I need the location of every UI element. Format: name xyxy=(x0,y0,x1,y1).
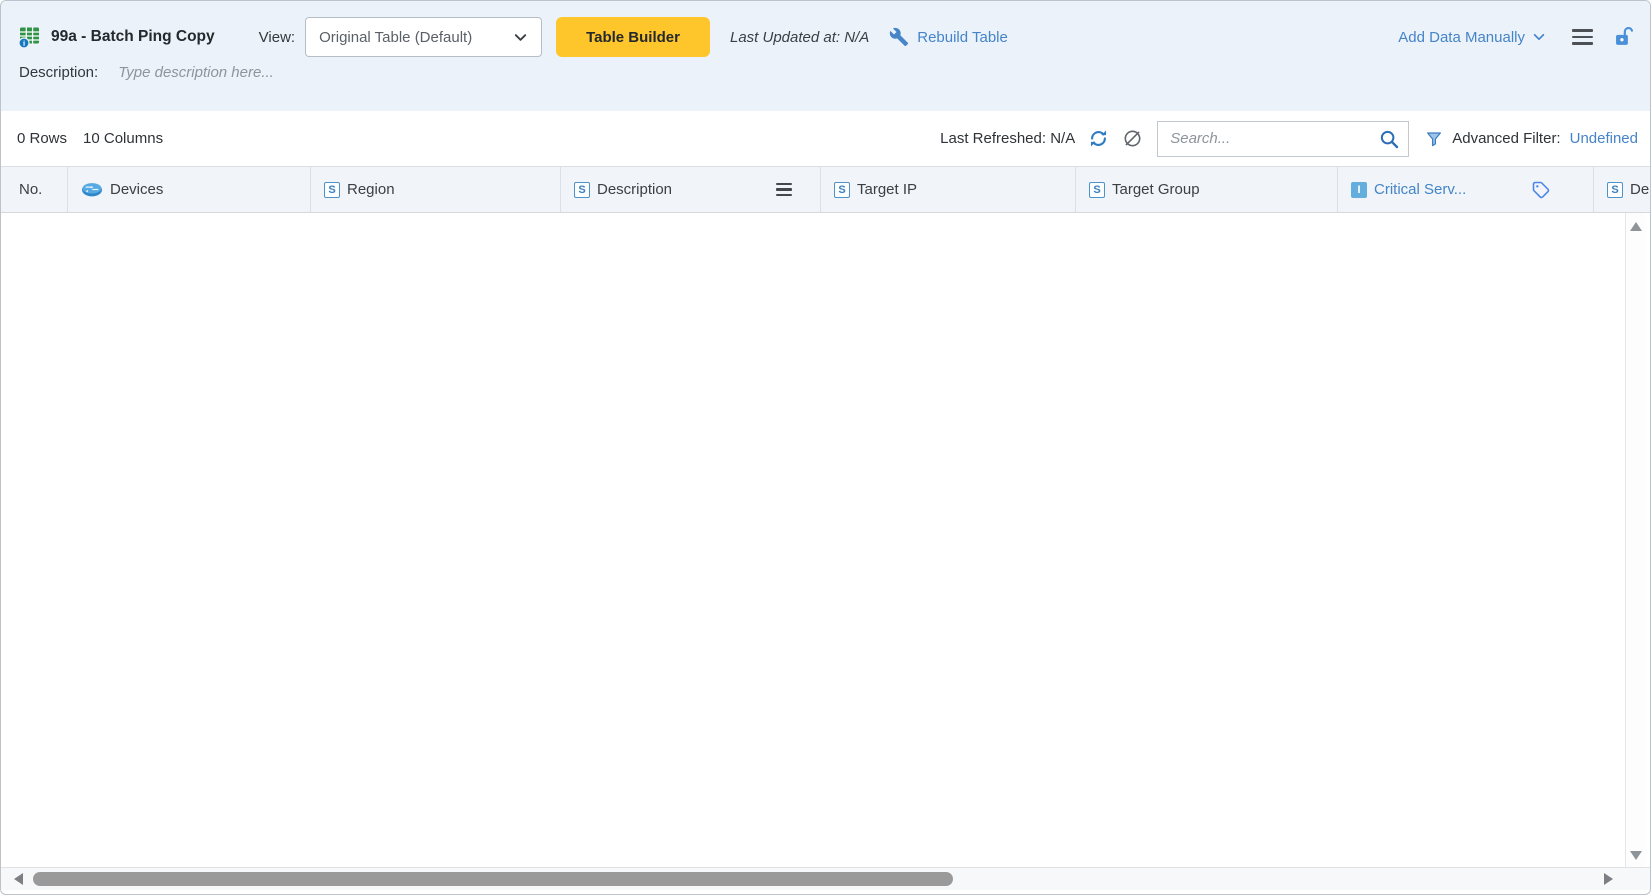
string-type-icon: S xyxy=(1607,182,1623,198)
scroll-right-icon[interactable] xyxy=(1604,873,1613,885)
intent-type-icon: I xyxy=(1351,182,1367,198)
column-label: Critical Serv... xyxy=(1374,181,1466,198)
advanced-filter-label: Advanced Filter: xyxy=(1452,130,1560,147)
table-body-empty xyxy=(1,213,1650,869)
view-selected-value: Original Table (Default) xyxy=(319,29,472,46)
page-title: 99a - Batch Ping Copy xyxy=(51,28,215,46)
column-label: Devices xyxy=(110,181,163,198)
row-count: 0 Rows xyxy=(17,130,67,147)
column-label: No. xyxy=(19,181,42,198)
column-header-critical-services[interactable]: I Critical Serv... xyxy=(1338,167,1594,212)
table-header-row: No. Devices S Region S Des xyxy=(1,167,1650,213)
column-label: Description xyxy=(597,181,672,198)
table-builder-button[interactable]: Table Builder xyxy=(556,17,710,57)
view-select-dropdown[interactable]: Original Table (Default) xyxy=(305,17,542,57)
column-header-description[interactable]: S Description xyxy=(561,167,821,212)
column-count: 10 Columns xyxy=(83,130,163,147)
advanced-filter-value: Undefined xyxy=(1570,130,1638,147)
scroll-down-icon[interactable] xyxy=(1630,851,1642,860)
string-type-icon: S xyxy=(574,182,590,198)
column-header-de-truncated[interactable]: S De xyxy=(1594,167,1650,212)
last-refreshed-text: Last Refreshed: N/A xyxy=(940,130,1075,147)
string-type-icon: S xyxy=(1089,182,1105,198)
column-label: Target Group xyxy=(1112,181,1200,198)
chevron-down-icon xyxy=(513,30,528,45)
top-header-bar: i 99a - Batch Ping Copy View: Original T… xyxy=(1,1,1650,111)
scroll-left-icon[interactable] xyxy=(14,873,23,885)
column-label: Target IP xyxy=(857,181,917,198)
advanced-filter-button[interactable]: Advanced Filter: Undefined xyxy=(1425,130,1638,148)
description-label: Description: xyxy=(19,64,98,81)
horizontal-scrollbar[interactable] xyxy=(1,867,1650,890)
wrench-icon xyxy=(889,27,909,47)
rebuild-table-button[interactable]: Rebuild Table xyxy=(889,27,1008,47)
column-header-devices[interactable]: Devices xyxy=(68,167,311,212)
rebuild-table-label: Rebuild Table xyxy=(917,29,1008,46)
column-header-region[interactable]: S Region xyxy=(311,167,561,212)
table-toolbar: 0 Rows 10 Columns Last Refreshed: N/A xyxy=(1,111,1650,167)
column-menu-icon[interactable] xyxy=(774,181,794,198)
string-type-icon: S xyxy=(324,182,340,198)
table-info-icon: i xyxy=(17,25,43,49)
string-type-icon: S xyxy=(834,182,850,198)
search-icon[interactable] xyxy=(1378,128,1400,150)
chevron-down-icon xyxy=(1532,30,1546,44)
device-icon xyxy=(81,182,103,197)
column-label: Region xyxy=(347,181,395,198)
scroll-up-icon[interactable] xyxy=(1630,222,1642,231)
vertical-scrollbar[interactable] xyxy=(1625,213,1646,869)
add-data-manually-label: Add Data Manually xyxy=(1398,29,1525,46)
svg-text:i: i xyxy=(23,39,25,48)
description-input[interactable] xyxy=(118,64,538,81)
column-label: De xyxy=(1630,181,1649,198)
unlock-icon[interactable] xyxy=(1613,26,1634,48)
refresh-icon[interactable] xyxy=(1088,128,1109,149)
search-box xyxy=(1157,121,1409,157)
view-label: View: xyxy=(259,29,295,46)
column-header-no[interactable]: No. xyxy=(1,167,68,212)
last-updated-text: Last Updated at: N/A xyxy=(730,29,869,46)
filter-funnel-icon xyxy=(1425,130,1443,148)
table-page: i 99a - Batch Ping Copy View: Original T… xyxy=(0,0,1651,895)
add-data-manually-button[interactable]: Add Data Manually xyxy=(1398,29,1546,46)
horizontal-scrollbar-thumb[interactable] xyxy=(33,872,953,886)
column-header-target-ip[interactable]: S Target IP xyxy=(821,167,1076,212)
search-input[interactable] xyxy=(1170,130,1378,147)
tag-icon[interactable] xyxy=(1531,180,1551,200)
refresh-off-icon[interactable] xyxy=(1122,128,1143,149)
menu-icon[interactable] xyxy=(1570,27,1595,47)
column-header-target-group[interactable]: S Target Group xyxy=(1076,167,1338,212)
